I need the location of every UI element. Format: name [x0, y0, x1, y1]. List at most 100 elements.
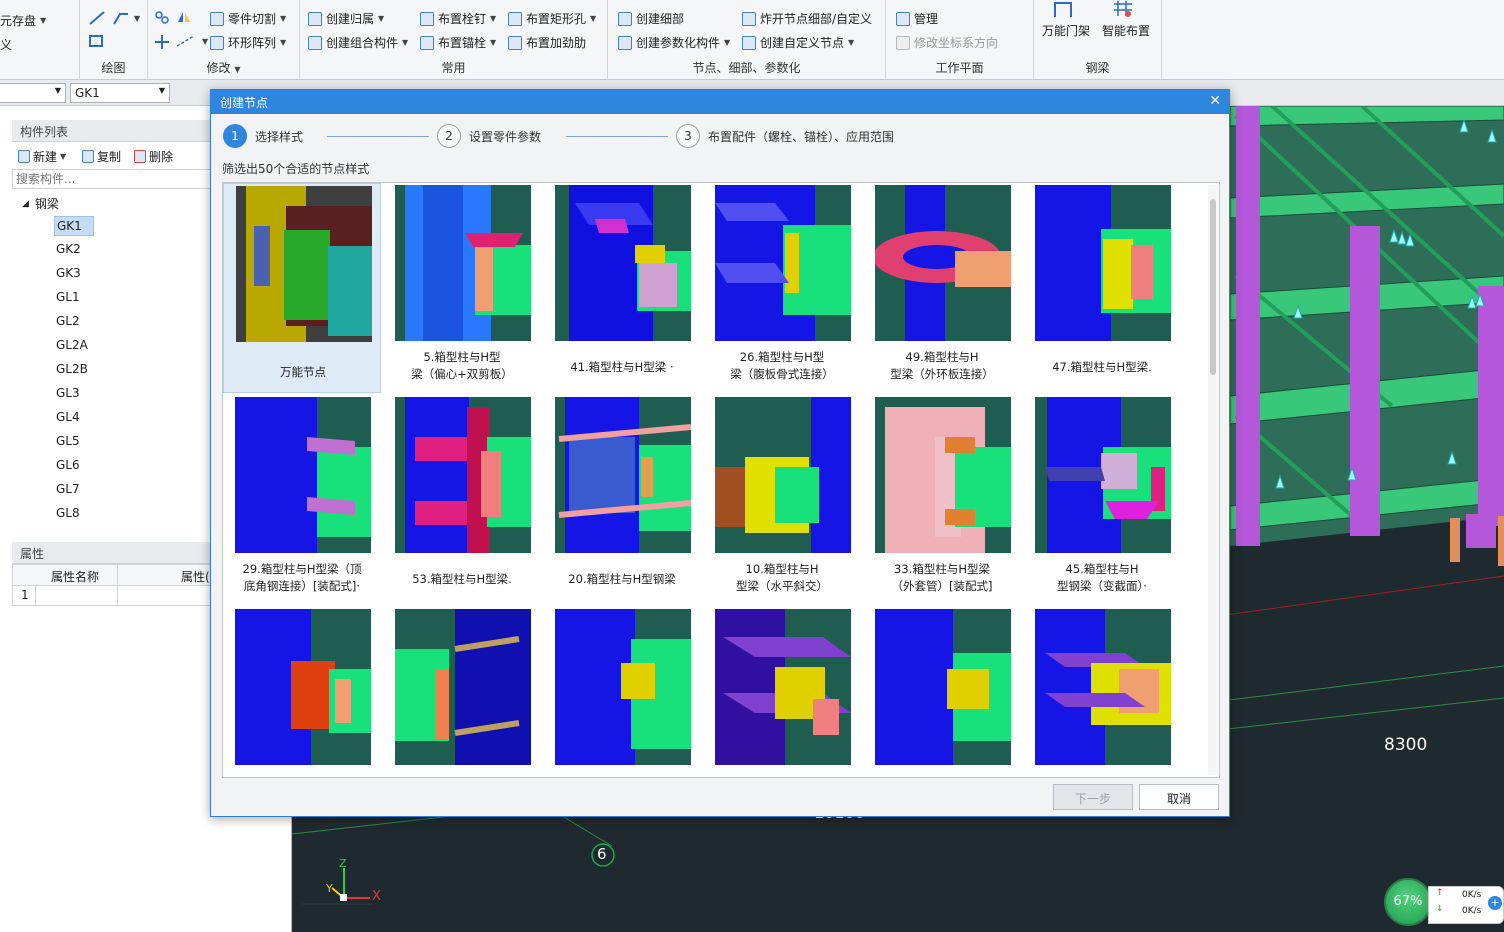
smart-layout-button[interactable]: 智能布置: [1102, 1, 1150, 39]
close-icon[interactable]: ✕: [1209, 93, 1221, 109]
rect-tool-icon[interactable]: [88, 34, 104, 48]
node-preview-image: [875, 185, 1011, 341]
modify-menu-label: 修改: [206, 61, 231, 75]
node-style-caption: 26.箱型柱与H型 梁（腹板骨式连接）: [730, 350, 834, 381]
save-disk-menu[interactable]: 元存盘 ▼: [0, 12, 46, 29]
node-style-card[interactable]: [383, 607, 541, 777]
node-style-card[interactable]: 45.箱型柱与H 型钢梁（变截面）·: [1023, 395, 1181, 605]
tree-item[interactable]: GL1: [54, 288, 94, 308]
chevron-down-icon: ▼: [54, 86, 61, 95]
create-combo-button[interactable]: 创建组合构件 ▼: [308, 34, 408, 51]
new-button[interactable]: 新建 ▼: [18, 148, 66, 165]
create-custom-node-button[interactable]: 创建自定义节点 ▼: [742, 34, 854, 51]
tree-item[interactable]: GK3: [54, 264, 94, 284]
create-detail-button[interactable]: 创建细部: [618, 10, 684, 27]
step-3-label: 布置配件（螺栓、锚栓）、应用范围: [708, 129, 895, 144]
line-tool-icon[interactable]: [88, 10, 106, 26]
scrollbar-thumb[interactable]: [1210, 199, 1216, 375]
step-1-number: 1: [223, 124, 247, 148]
node-style-card[interactable]: 万能节点: [223, 183, 381, 393]
search-input[interactable]: [12, 169, 212, 189]
node-style-card[interactable]: 26.箱型柱与H型 梁（腹板骨式连接）: [703, 183, 861, 393]
network-speed-widget[interactable]: 67% ↑ 0K/s ↓ 0K/s +: [1384, 878, 1504, 932]
tree-item[interactable]: GK2: [54, 240, 94, 260]
node-style-thumbnail: [875, 609, 1011, 765]
scrollbar[interactable]: [1208, 185, 1218, 775]
node-style-thumbnail: [555, 185, 691, 341]
tree-item[interactable]: GK1: [54, 216, 94, 236]
node-style-card[interactable]: 41.箱型柱与H型梁 ·: [543, 183, 701, 393]
mirror-icon[interactable]: [176, 10, 192, 24]
tree-item[interactable]: GL2A: [54, 336, 94, 356]
node-style-grid: 万能节点 5.箱型柱与H型 梁（偏心+双剪板） 41.箱型柱与H型梁 · 26.箱型柱…: [222, 182, 1220, 778]
place-rect-hole-button[interactable]: 布置矩形孔 ▼: [508, 10, 596, 27]
node-style-caption: 20.箱型柱与H型钢梁: [568, 572, 676, 586]
cancel-button[interactable]: 取消: [1139, 784, 1219, 810]
manage-button[interactable]: 管理: [896, 10, 938, 27]
node-style-card[interactable]: 10.箱型柱与H 型梁（水平斜交）: [703, 395, 861, 605]
node-style-card[interactable]: 20.箱型柱与H型钢梁: [543, 395, 701, 605]
node-style-thumbnail: [1035, 185, 1171, 341]
ring-array-button[interactable]: 环形阵列 ▼: [210, 34, 286, 51]
save-disk-label: 元存盘: [0, 14, 37, 28]
tree-root-label: 钢梁: [34, 197, 59, 211]
explode-detail-button[interactable]: 炸开节点细部/自定义: [742, 10, 872, 27]
node-style-card[interactable]: 47.箱型柱与H型梁.: [1023, 183, 1181, 393]
delete-button[interactable]: 删除: [134, 148, 173, 165]
step-3: 3 布置配件（螺栓、锚栓）、应用范围: [676, 124, 894, 148]
place-stiffener-button[interactable]: 布置加劲肋: [508, 34, 586, 51]
node-style-card[interactable]: 53.箱型柱与H型梁.: [383, 395, 541, 605]
tree-item[interactable]: GL4: [54, 408, 94, 428]
smart-layout-icon: [1114, 1, 1132, 17]
props-row[interactable]: 1: [12, 586, 212, 606]
tree-item[interactable]: GL2: [54, 312, 94, 332]
ribbon-group-title-modify[interactable]: 修改 ▼: [148, 59, 299, 76]
universal-frame-button[interactable]: 万能门架: [1042, 2, 1090, 39]
node-style-thumbnail: [715, 397, 851, 553]
move-icon[interactable]: [154, 34, 170, 50]
place-anchor-button[interactable]: 布置锚栓 ▼: [420, 34, 496, 51]
node-style-card[interactable]: 49.箱型柱与H 型梁（外环板连接）: [863, 183, 1021, 393]
node-preview-image: [1035, 185, 1171, 341]
delete-label: 删除: [149, 150, 174, 164]
node-style-card[interactable]: 29.箱型柱与H型梁（顶 底角钢连接）[装配式]·: [223, 395, 381, 605]
tree-item[interactable]: GL6: [54, 456, 94, 476]
tree-item[interactable]: GL8: [54, 504, 94, 524]
plus-icon[interactable]: +: [1488, 896, 1502, 910]
node-preview-image: [555, 185, 691, 341]
tree-root[interactable]: ◢ 钢梁: [22, 195, 59, 212]
dialog-titlebar[interactable]: 创建节点: [211, 90, 1229, 114]
type-combo[interactable]: ▼: [0, 83, 66, 103]
axis-z-label: Z: [339, 857, 347, 870]
ribbon-group-title-common: 常用: [441, 61, 466, 75]
copy-button[interactable]: 复制: [82, 148, 121, 165]
place-bolt-label: 布置栓钉: [438, 12, 487, 26]
next-button[interactable]: 下一步: [1053, 784, 1133, 810]
node-style-card[interactable]: 5.箱型柱与H型 梁（偏心+双剪板）: [383, 183, 541, 393]
modify-coord-button[interactable]: 修改坐标系方向: [896, 34, 998, 51]
part-cut-button[interactable]: 零件切割 ▼: [210, 10, 286, 27]
node-style-card[interactable]: 33.箱型柱与H型梁 （外套管）[装配式]: [863, 395, 1021, 605]
chevron-down-icon: ▼: [158, 86, 165, 95]
place-bolt-button[interactable]: 布置栓钉 ▼: [420, 10, 496, 27]
node-style-card[interactable]: [863, 607, 1021, 777]
node-style-card[interactable]: [223, 607, 381, 777]
component-combo[interactable]: GK1 ▼: [70, 83, 170, 103]
node-style-thumbnail: [715, 609, 851, 765]
delete-icon: [134, 150, 146, 163]
axis-y-label: Y: [326, 882, 333, 895]
extend-icon[interactable]: ▼: [176, 34, 208, 48]
create-owner-button[interactable]: 创建归属 ▼: [308, 10, 384, 27]
node-style-card[interactable]: [543, 607, 701, 777]
offset-icon[interactable]: [154, 10, 170, 24]
polyline-tool-icon[interactable]: ▼: [112, 10, 140, 26]
node-style-thumbnail: [395, 397, 531, 553]
tree-item[interactable]: GL2B: [54, 360, 94, 380]
create-param-button[interactable]: 创建参数化构件 ▼: [618, 34, 730, 51]
tree-item[interactable]: GL3: [54, 384, 94, 404]
component-combo-value: GK1: [75, 86, 100, 100]
node-style-card[interactable]: [1023, 607, 1181, 777]
tree-item[interactable]: GL5: [54, 432, 94, 452]
tree-item[interactable]: GL7: [54, 480, 94, 500]
node-style-card[interactable]: [703, 607, 861, 777]
